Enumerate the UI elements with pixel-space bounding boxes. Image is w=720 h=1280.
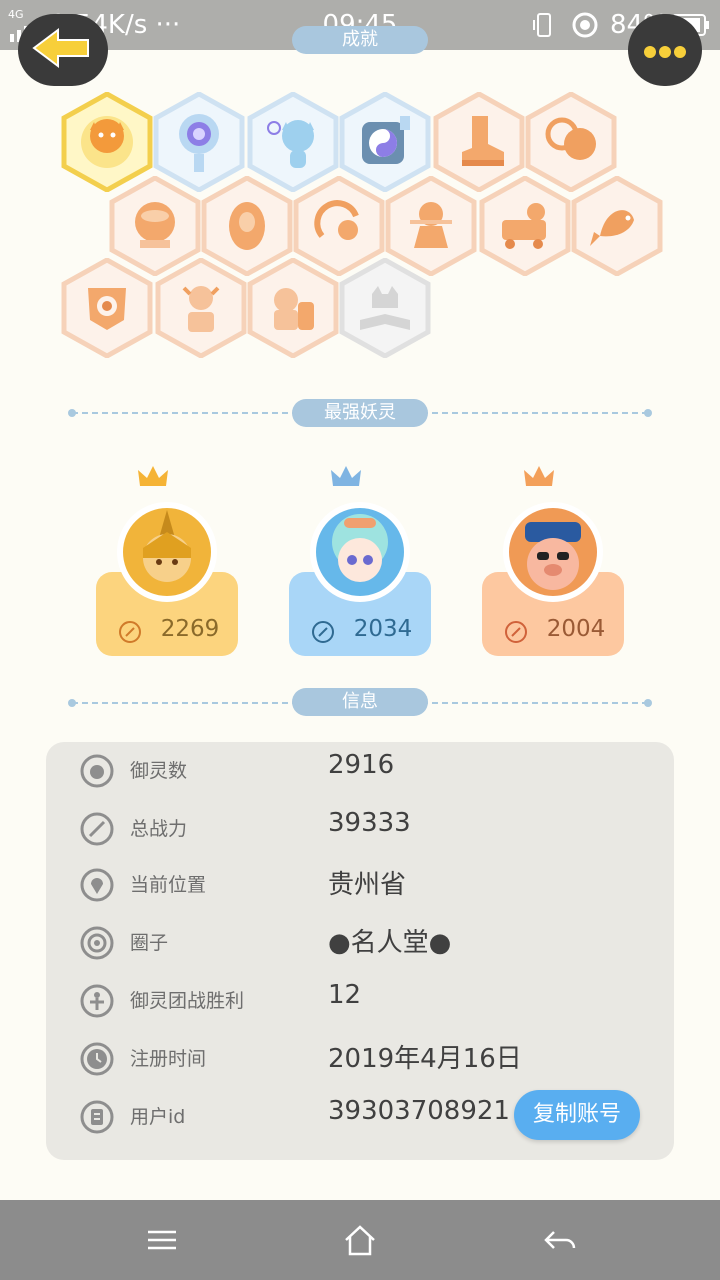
home-icon[interactable] (340, 1222, 380, 1258)
team-battle-icon (80, 984, 114, 1018)
info-label: 圈子 (130, 932, 169, 954)
alarm-icon (572, 12, 598, 38)
id-card-icon (80, 1100, 114, 1134)
info-label: 御灵数 (130, 760, 188, 782)
crown-icon (524, 466, 554, 486)
menu-icon[interactable] (142, 1222, 182, 1258)
sword-icon (119, 621, 141, 643)
top-spirit-1[interactable]: 2269 (96, 462, 238, 656)
spirit-power: 2269 (160, 616, 220, 642)
bull-badge-icon[interactable] (154, 258, 248, 358)
info-value: 贵州省 (328, 870, 407, 900)
info-label: 总战力 (130, 818, 188, 840)
sword-icon (312, 621, 334, 643)
info-panel: 御灵数 2916 总战力 39333 当前位置 贵州省 圈子 ●名人堂● 御灵团… (46, 742, 674, 1160)
top-spirit-2[interactable]: 2034 (289, 462, 431, 656)
info-row-team-wins: 御灵团战胜利 12 (46, 972, 674, 1030)
clock-icon (80, 1042, 114, 1076)
info-value: 2019年4月16日 (328, 1044, 522, 1074)
sword-icon (80, 812, 114, 846)
spirit-avatar (503, 502, 603, 602)
info-row-circle: 圈子 ●名人堂● (46, 914, 674, 972)
info-value: 2916 (328, 750, 395, 780)
info-row-register-date: 注册时间 2019年4月16日 (46, 1030, 674, 1088)
spirit-avatar (117, 502, 217, 602)
achievements-title: 成就 (292, 26, 428, 54)
arrow-left-icon (32, 28, 89, 68)
puzzle-badge-icon[interactable] (246, 258, 340, 358)
spirit-power: 2034 (353, 616, 413, 642)
top-spirits-title: 最强妖灵 (292, 399, 428, 427)
wolf-book-badge-icon[interactable] (338, 258, 432, 358)
more-dots-icon (644, 46, 686, 58)
copy-account-button[interactable]: 复制账号 (514, 1090, 640, 1140)
info-row-location: 当前位置 贵州省 (46, 856, 674, 914)
info-value: 39333 (328, 808, 411, 838)
crown-icon (331, 466, 361, 486)
circle-group-icon (80, 926, 114, 960)
info-label: 御灵团战胜利 (130, 990, 245, 1012)
more-button[interactable] (628, 14, 702, 86)
location-pin-icon (80, 868, 114, 902)
info-value: ●名人堂● (328, 928, 452, 958)
info-value: 39303708921 (328, 1096, 510, 1126)
spirit-icon (80, 754, 114, 788)
back-button[interactable] (18, 14, 108, 86)
info-label: 当前位置 (130, 874, 207, 896)
info-label: 注册时间 (130, 1048, 207, 1070)
info-value: 12 (328, 980, 362, 1010)
navigation-bar (0, 1200, 720, 1280)
top-spirit-3[interactable]: 2004 (482, 462, 624, 656)
back-arrow-icon[interactable] (540, 1222, 580, 1258)
crown-icon (138, 466, 168, 486)
info-title: 信息 (292, 688, 428, 716)
shield-badge-icon[interactable] (60, 258, 154, 358)
info-label: 用户id (130, 1106, 186, 1128)
spirit-avatar (310, 502, 410, 602)
carp-badge-icon[interactable] (570, 176, 664, 276)
vibrate-icon (533, 13, 551, 37)
cart-badge-icon[interactable] (478, 176, 572, 276)
info-row-total-power: 总战力 39333 (46, 800, 674, 858)
info-row-spirit-count: 御灵数 2916 (46, 742, 674, 800)
spirit-power: 2004 (546, 616, 606, 642)
sword-icon (505, 621, 527, 643)
